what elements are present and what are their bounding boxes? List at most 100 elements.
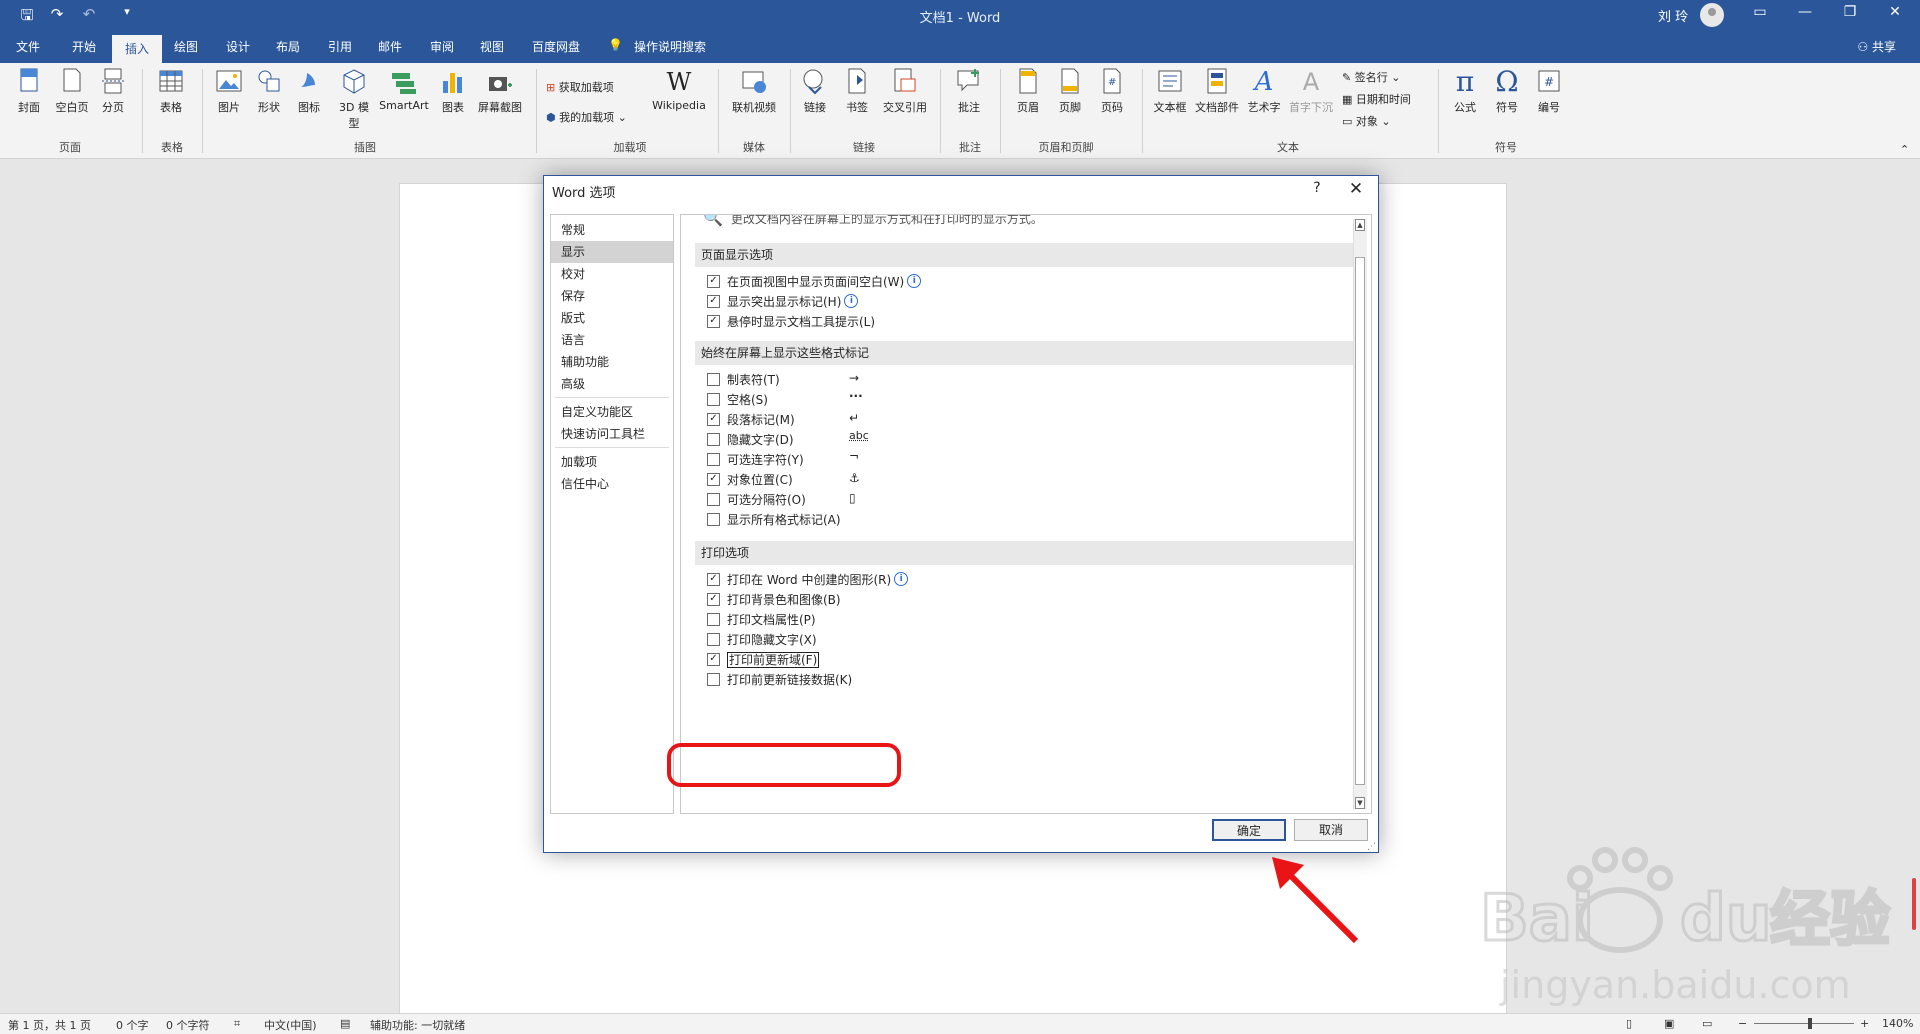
lightbulb-icon[interactable]: 💡: [608, 38, 623, 52]
wordart-button[interactable]: A 艺术字: [1244, 67, 1284, 115]
scroll-down-icon[interactable]: ▼: [1355, 797, 1365, 809]
tab-design[interactable]: 设计: [226, 38, 250, 55]
option-object-anchors[interactable]: ✓ 对象位置(C): [707, 471, 793, 489]
checkbox[interactable]: ✓: [707, 653, 720, 666]
tab-baidu-netdisk[interactable]: 百度网盘: [532, 38, 580, 55]
tab-file[interactable]: 文件: [16, 38, 40, 55]
info-icon[interactable]: i: [907, 274, 921, 288]
nav-save[interactable]: 保存: [551, 285, 673, 307]
date-time-button[interactable]: ▦ 日期和时间: [1342, 91, 1411, 107]
checkbox[interactable]: [707, 633, 720, 646]
option-tab-characters[interactable]: 制表符(T): [707, 371, 780, 389]
picture-button[interactable]: 图片: [212, 67, 246, 115]
tab-home[interactable]: 开始: [72, 38, 96, 55]
checkbox[interactable]: [707, 513, 720, 526]
tab-insert[interactable]: 插入: [112, 35, 162, 63]
option-optional-breaks[interactable]: 可选分隔符(O): [707, 491, 806, 509]
checkbox[interactable]: ✓: [707, 593, 720, 606]
tab-references[interactable]: 引用: [328, 38, 352, 55]
blank-page-button[interactable]: 空白页: [52, 67, 92, 115]
cancel-button[interactable]: 取消: [1294, 819, 1368, 841]
3d-model-button[interactable]: 3D 模型: [334, 67, 374, 131]
screenshot-button[interactable]: 屏幕截图: [474, 67, 526, 115]
checkbox[interactable]: ✓: [707, 315, 720, 328]
tab-draw[interactable]: 绘图: [174, 38, 198, 55]
checkbox[interactable]: [707, 373, 720, 386]
page-break-button[interactable]: 分页: [96, 67, 130, 115]
icons-button[interactable]: 图标: [294, 67, 324, 115]
smartart-button[interactable]: SmartArt: [376, 67, 432, 112]
help-button[interactable]: ?: [1304, 180, 1330, 202]
share-button[interactable]: ⚇ 共享: [1857, 38, 1896, 55]
tell-me-search[interactable]: 操作说明搜索: [634, 38, 706, 55]
header-button[interactable]: 页眉: [1010, 67, 1046, 115]
tab-view[interactable]: 视图: [480, 38, 504, 55]
scroll-thumb[interactable]: [1355, 257, 1365, 785]
option-print-hidden-text[interactable]: 打印隐藏文字(X): [707, 631, 817, 649]
scroll-up-icon[interactable]: ▲: [1355, 219, 1365, 231]
macro-icon[interactable]: ▤: [340, 1017, 350, 1030]
option-show-highlighter[interactable]: ✓ 显示突出显示标记(H) i: [707, 293, 858, 311]
option-show-tooltips[interactable]: ✓ 悬停时显示文档工具提示(L): [707, 313, 875, 331]
option-show-whitespace[interactable]: ✓ 在页面视图中显示页面间空白(W) i: [707, 273, 921, 291]
minimize-icon[interactable]: —: [1785, 4, 1825, 26]
textbox-button[interactable]: 文本框: [1150, 67, 1190, 115]
bookmark-button[interactable]: 书签: [840, 67, 874, 115]
nav-general[interactable]: 常规: [551, 219, 673, 241]
nav-quick-access-toolbar[interactable]: 快速访问工具栏: [551, 423, 673, 445]
signature-line-button[interactable]: ✎ 签名行 ⌄: [1342, 69, 1400, 85]
checkbox[interactable]: [707, 433, 720, 446]
nav-typography[interactable]: 版式: [551, 307, 673, 329]
checkbox[interactable]: [707, 393, 720, 406]
link-button[interactable]: 链接: [798, 67, 832, 115]
option-optional-hyphens[interactable]: 可选连字符(Y): [707, 451, 804, 469]
nav-customize-ribbon[interactable]: 自定义功能区: [551, 401, 673, 423]
collapse-ribbon-icon[interactable]: ⌃: [1900, 143, 1909, 156]
char-count[interactable]: 0 个字符: [166, 1017, 210, 1033]
nav-language[interactable]: 语言: [551, 329, 673, 351]
checkbox[interactable]: ✓: [707, 413, 720, 426]
ok-button[interactable]: 确定: [1212, 819, 1286, 841]
cover-page-button[interactable]: 封面: [12, 67, 46, 115]
shapes-button[interactable]: 形状: [252, 67, 286, 115]
word-count[interactable]: 0 个字: [116, 1017, 149, 1033]
object-button[interactable]: ▭ 对象 ⌄: [1342, 113, 1391, 129]
footer-button[interactable]: 页脚: [1052, 67, 1088, 115]
restore-icon[interactable]: ❐: [1830, 4, 1870, 26]
symbol-button[interactable]: Ω 符号: [1490, 67, 1524, 115]
ribbon-display-icon[interactable]: ▭: [1740, 4, 1780, 26]
checkbox[interactable]: [707, 493, 720, 506]
option-hidden-text[interactable]: 隐藏文字(D): [707, 431, 794, 449]
equation-button[interactable]: π 公式: [1448, 67, 1482, 115]
option-print-properties[interactable]: 打印文档属性(P): [707, 611, 816, 629]
dialog-close-button[interactable]: ✕: [1342, 179, 1370, 203]
number-button[interactable]: # 编号: [1532, 67, 1566, 115]
info-icon[interactable]: i: [894, 572, 908, 586]
nav-trust-center[interactable]: 信任中心: [551, 473, 673, 495]
option-paragraph-marks[interactable]: ✓ 段落标记(M): [707, 411, 795, 429]
nav-proofing[interactable]: 校对: [551, 263, 673, 285]
wikipedia-button[interactable]: W Wikipedia: [648, 67, 710, 112]
option-show-all-marks[interactable]: 显示所有格式标记(A): [707, 511, 841, 529]
cross-reference-button[interactable]: 交叉引用: [878, 67, 932, 115]
tab-review[interactable]: 审阅: [430, 38, 454, 55]
checkbox[interactable]: [707, 453, 720, 466]
page-count[interactable]: 第 1 页，共 1 页: [8, 1017, 91, 1033]
page-number-button[interactable]: # 页码: [1094, 67, 1130, 115]
option-update-fields-before-print[interactable]: ✓ 打印前更新域(F): [707, 651, 819, 669]
checkbox[interactable]: ✓: [707, 295, 720, 308]
checkbox[interactable]: ✓: [707, 573, 720, 586]
avatar[interactable]: [1700, 3, 1724, 27]
option-print-background[interactable]: ✓ 打印背景色和图像(B): [707, 591, 841, 609]
get-addins-button[interactable]: ⊞ 获取加载项: [546, 79, 614, 95]
nav-accessibility[interactable]: 辅助功能: [551, 351, 673, 373]
option-print-drawings[interactable]: ✓ 打印在 Word 中创建的图形(R) i: [707, 571, 908, 589]
window-close-icon[interactable]: ✕: [1875, 4, 1915, 26]
chart-button[interactable]: 图表: [438, 67, 468, 115]
dropcap-button[interactable]: A 首字下沉: [1286, 67, 1336, 115]
language[interactable]: 中文(中国): [264, 1017, 317, 1033]
checkbox[interactable]: [707, 673, 720, 686]
my-addins-button[interactable]: ⬢ 我的加载项 ⌄: [546, 109, 627, 125]
comment-button[interactable]: 批注: [952, 67, 986, 115]
online-video-button[interactable]: 联机视频: [726, 67, 782, 115]
